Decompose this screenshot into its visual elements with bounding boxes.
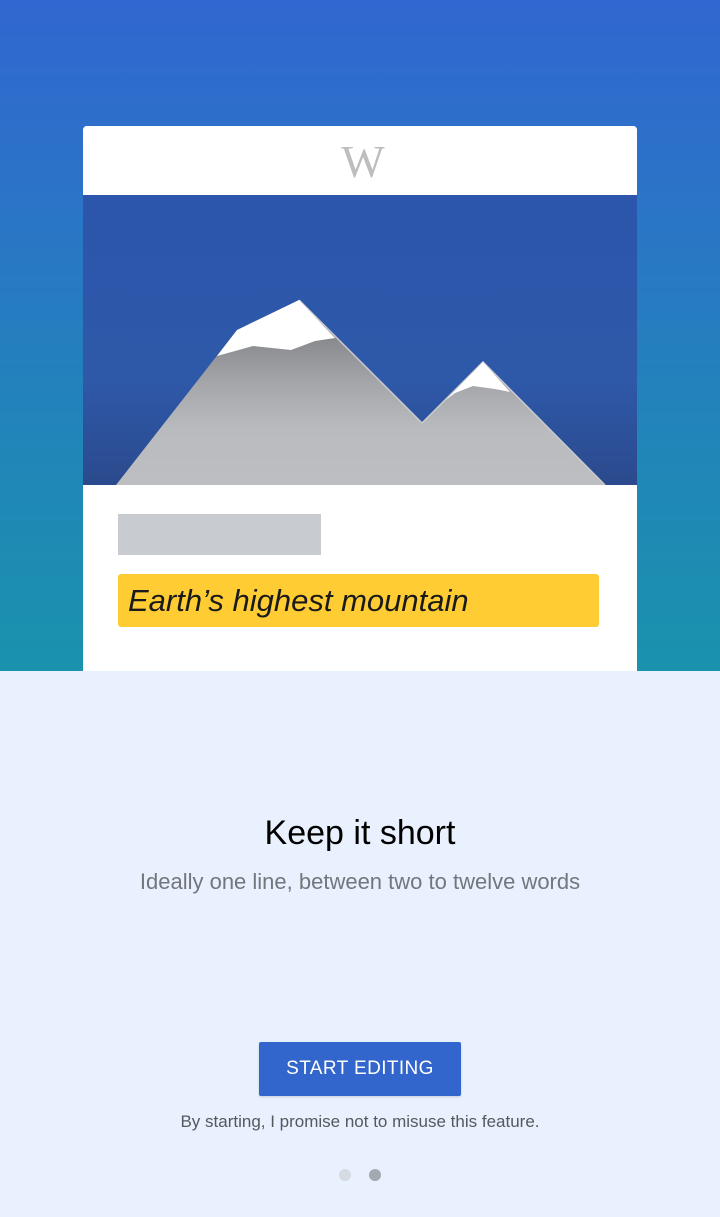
- page-indicator: [0, 1169, 720, 1181]
- disclaimer-text: By starting, I promise not to misuse thi…: [180, 1112, 540, 1131]
- article-preview-card: W Earth’s highest mountain: [83, 126, 637, 671]
- page-title: Keep it short: [264, 814, 456, 852]
- card-header: W: [83, 126, 637, 195]
- description-example: Earth’s highest mountain: [118, 574, 599, 627]
- wikipedia-logo-icon: W: [341, 135, 384, 187]
- onboarding-screen: W Earth’s highest mountain Keep it short…: [0, 0, 720, 1217]
- page-subtitle: Ideally one line, between two to twelve …: [139, 869, 581, 894]
- title-placeholder: [118, 514, 321, 555]
- page-indicator-dot-2[interactable]: [369, 1169, 381, 1181]
- start-editing-button[interactable]: START EDITING: [259, 1042, 461, 1096]
- mountain-illustration: [83, 195, 637, 485]
- mountain-icon: [83, 195, 637, 485]
- page-indicator-dot-1[interactable]: [339, 1169, 351, 1181]
